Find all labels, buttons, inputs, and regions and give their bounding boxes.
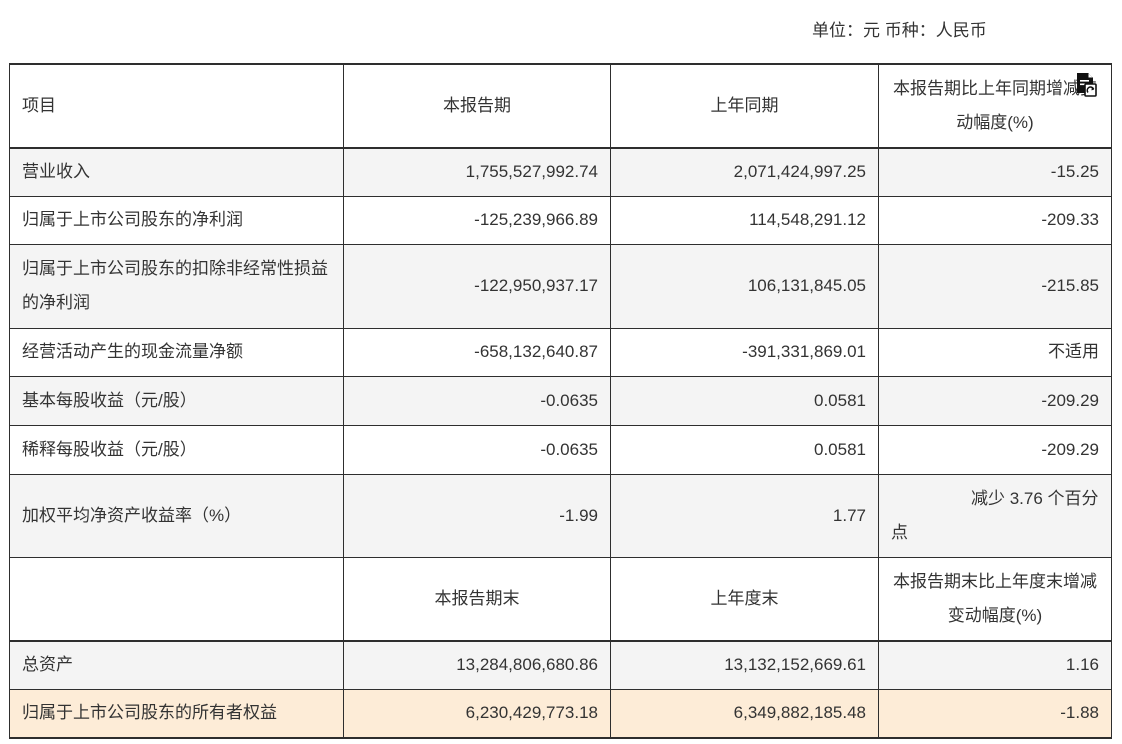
prior-year-end-value: 6,349,882,185.48 <box>610 688 879 739</box>
table-row: 稀释每股收益（元/股） -0.0635 0.0581 -209.29 <box>9 424 1112 475</box>
period-end-value: 6,230,429,773.18 <box>343 688 611 739</box>
prior-period-value: 114,548,291.12 <box>610 195 879 245</box>
change-rate-value: -1.88 <box>878 688 1112 739</box>
table-header-row: 项目 本报告期 上年同期 本报告期比上年同期增减变动幅度(%) <box>9 63 1112 149</box>
current-period-value: -122,950,937.17 <box>343 243 611 329</box>
table-row: 总资产 13,284,806,680.86 13,132,152,669.61 … <box>9 640 1112 690</box>
column-header-current-period: 本报告期 <box>343 63 611 149</box>
table-row: 基本每股收益（元/股） -0.0635 0.0581 -209.29 <box>9 375 1112 426</box>
row-label: 稀释每股收益（元/股） <box>9 424 344 475</box>
table-row: 营业收入 1,755,527,992.74 2,071,424,997.25 -… <box>9 147 1112 197</box>
prior-period-value: 2,071,424,997.25 <box>610 147 879 197</box>
column-header-prior-period: 上年同期 <box>610 63 879 149</box>
change-rate-value: -215.85 <box>878 243 1112 329</box>
current-period-value: -1.99 <box>343 473 611 558</box>
prior-period-value: -391,331,869.01 <box>610 327 879 377</box>
table-row: 加权平均净资产收益率（%） -1.99 1.77 减少 3.76 个百分点 <box>9 473 1112 558</box>
row-label: 基本每股收益（元/股） <box>9 375 344 426</box>
table-subheader-row: 本报告期末 上年度末 本报告期末比上年度末增减变动幅度(%) <box>9 556 1112 642</box>
currency-unit-note: 单位：元 币种：人民币 <box>812 21 987 40</box>
row-label: 归属于上市公司股东的扣除非经常性损益的净利润 <box>9 243 344 329</box>
row-label: 经营活动产生的现金流量净额 <box>9 327 344 377</box>
change-rate-value: 不适用 <box>878 327 1112 377</box>
current-period-value: -0.0635 <box>343 424 611 475</box>
row-label: 加权平均净资产收益率（%） <box>9 473 344 558</box>
column-header-period-end-change-rate: 本报告期末比上年度末增减变动幅度(%) <box>878 556 1112 642</box>
change-rate-value: -209.29 <box>878 424 1112 475</box>
column-header-prior-year-end: 上年度末 <box>610 556 879 642</box>
change-rate-value: 减少 3.76 个百分点 <box>878 473 1112 558</box>
row-label: 营业收入 <box>9 147 344 197</box>
financial-summary-table: 项目 本报告期 上年同期 本报告期比上年同期增减变动幅度(%) 营业收入 1,7… <box>9 63 1112 739</box>
prior-period-value: 106,131,845.05 <box>610 243 879 329</box>
table-row-highlighted: 归属于上市公司股东的所有者权益 6,230,429,773.18 6,349,8… <box>9 688 1112 739</box>
current-period-value: -0.0635 <box>343 375 611 426</box>
row-label: 总资产 <box>9 640 344 690</box>
prior-period-value: 0.0581 <box>610 424 879 475</box>
current-period-value: 1,755,527,992.74 <box>343 147 611 197</box>
change-rate-value: -15.25 <box>878 147 1112 197</box>
change-rate-value: -209.29 <box>878 375 1112 426</box>
column-header-item-empty <box>9 556 344 642</box>
prior-period-value: 1.77 <box>610 473 879 558</box>
current-period-value: -658,132,640.87 <box>343 327 611 377</box>
table-row: 归属于上市公司股东的净利润 -125,239,966.89 114,548,29… <box>9 195 1112 245</box>
prior-year-end-value: 13,132,152,669.61 <box>610 640 879 690</box>
row-label: 归属于上市公司股东的所有者权益 <box>9 688 344 739</box>
document-export-icon[interactable] <box>1075 72 1099 97</box>
row-label: 归属于上市公司股东的净利润 <box>9 195 344 245</box>
table-row: 经营活动产生的现金流量净额 -658,132,640.87 -391,331,8… <box>9 327 1112 377</box>
table-row: 归属于上市公司股东的扣除非经常性损益的净利润 -122,950,937.17 1… <box>9 243 1112 329</box>
change-rate-value: 1.16 <box>878 640 1112 690</box>
current-period-value: -125,239,966.89 <box>343 195 611 245</box>
change-rate-value: -209.33 <box>878 195 1112 245</box>
prior-period-value: 0.0581 <box>610 375 879 426</box>
column-header-period-end: 本报告期末 <box>343 556 611 642</box>
period-end-value: 13,284,806,680.86 <box>343 640 611 690</box>
column-header-item: 项目 <box>9 63 344 149</box>
